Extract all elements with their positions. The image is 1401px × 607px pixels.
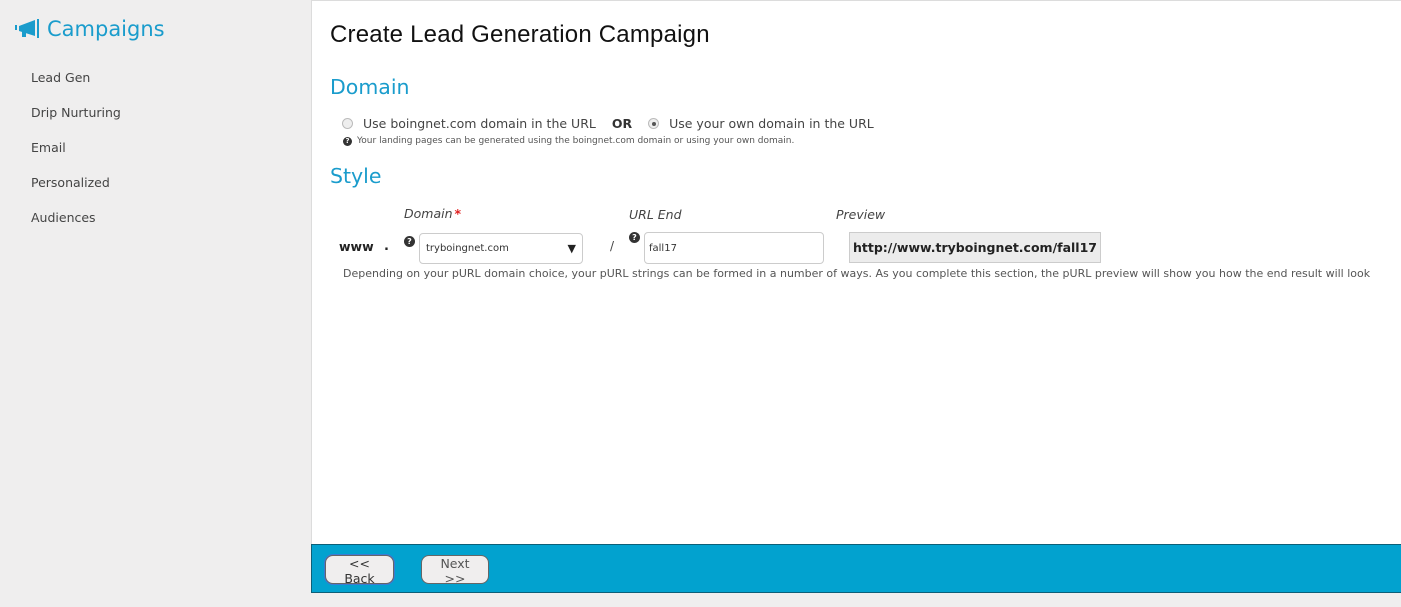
sidebar-item-drip-nurturing[interactable]: Drip Nurturing [31, 103, 121, 138]
sidebar-item-lead-gen[interactable]: Lead Gen [31, 68, 121, 103]
megaphone-icon [15, 19, 39, 38]
domain-help: ? Your landing pages can be generated us… [343, 136, 794, 146]
domain-label-text: Domain [404, 206, 453, 221]
domain-select-value: tryboingnet.com [426, 243, 509, 254]
url-end-help-icon[interactable]: ? [629, 232, 640, 243]
required-marker: * [454, 206, 462, 221]
page-title: Create Lead Generation Campaign [330, 21, 710, 48]
slash-separator: / [610, 239, 615, 253]
style-description: Depending on your pURL domain choice, yo… [343, 267, 1371, 280]
domain-select[interactable]: tryboingnet.com ▼ [419, 233, 583, 264]
back-button[interactable]: << Back [325, 555, 394, 586]
radio-boingnet-domain[interactable] [342, 118, 353, 129]
sidebar-title: Campaigns [15, 17, 165, 41]
radio-own-domain[interactable] [648, 118, 660, 129]
sidebar-nav: Lead Gen Drip Nurturing Email Personaliz… [31, 68, 121, 243]
radio-boingnet-domain-label[interactable]: Use boingnet.com domain in the URL [363, 116, 596, 131]
style-heading: Style [330, 164, 382, 188]
help-icon: ? [343, 136, 352, 146]
url-end-input[interactable] [644, 232, 824, 264]
sidebar-item-email[interactable]: Email [31, 138, 121, 173]
domain-choice-group: Use boingnet.com domain in the URL OR Us… [342, 116, 874, 131]
sidebar-item-personalized[interactable]: Personalized [31, 173, 121, 208]
main-panel: Create Lead Generation Campaign Domain U… [311, 0, 1401, 544]
sidebar: Campaigns Lead Gen Drip Nurturing Email … [0, 0, 311, 607]
url-end-label: URL End [629, 207, 682, 222]
www-prefix: www [339, 239, 374, 254]
domain-field-label: Domain * [404, 206, 461, 221]
dot-separator: . [384, 239, 389, 254]
dropdown-arrow-icon: ▼ [567, 242, 576, 255]
sidebar-title-label: Campaigns [47, 17, 165, 41]
radio-own-domain-label[interactable]: Use your own domain in the URL [669, 116, 874, 131]
domain-heading: Domain [330, 75, 410, 99]
purl-preview: http://www.tryboingnet.com/fall17 [849, 232, 1101, 263]
next-button[interactable]: Next >> [421, 555, 489, 586]
sidebar-item-audiences[interactable]: Audiences [31, 208, 121, 243]
footer-bar: << Back Next >> [311, 544, 1401, 593]
domain-help-icon[interactable]: ? [404, 236, 415, 247]
preview-label: Preview [836, 207, 886, 222]
domain-help-text: Your landing pages can be generated usin… [357, 136, 795, 146]
or-label: OR [611, 116, 633, 131]
